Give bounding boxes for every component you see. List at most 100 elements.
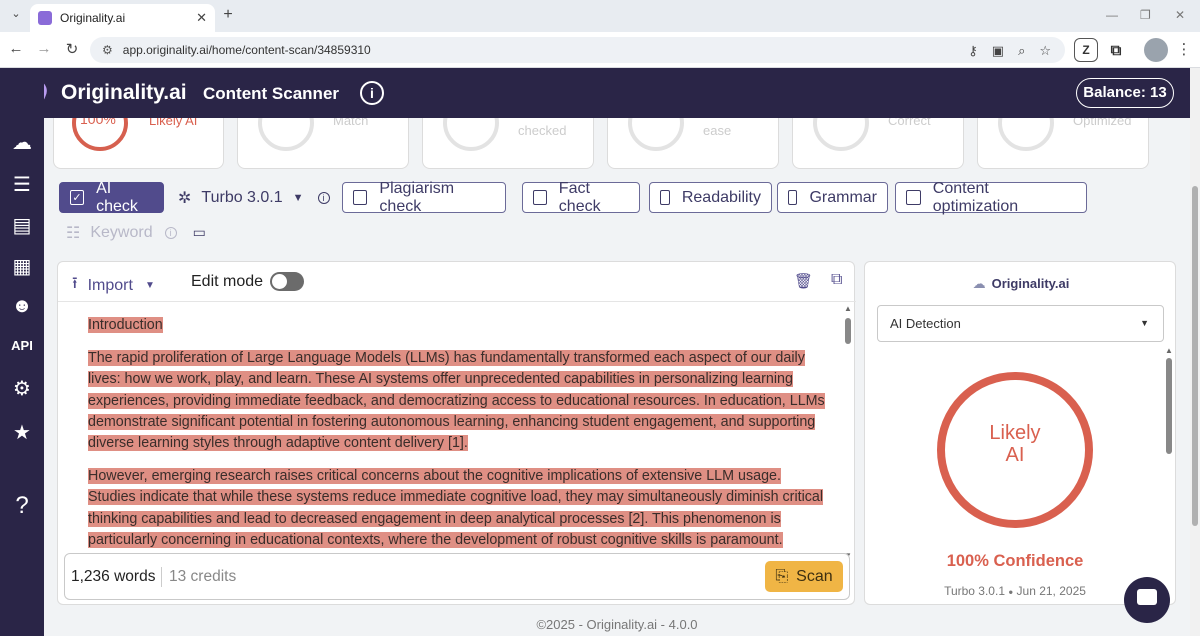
editor-toolbar: ⭱ Import ▼ Edit mode 🗑 ⧉ — [58, 262, 856, 302]
detection-type-select[interactable]: AI Detection ▼ — [877, 305, 1164, 342]
chat-bubble-icon — [1137, 589, 1157, 605]
grammar-toggle[interactable]: Grammar — [777, 182, 888, 213]
forward-icon[interactable]: → — [34, 40, 54, 57]
news-icon[interactable]: ▦ — [0, 254, 44, 279]
ai-likelihood-label: Likely AI — [989, 422, 1041, 466]
dot-separator: ● — [1008, 587, 1014, 597]
profile-avatar[interactable] — [1144, 38, 1168, 62]
content-optimization-toggle[interactable]: Content optimization — [895, 180, 1087, 215]
keyword-option[interactable]: ☷ Keyword i ▭ — [66, 217, 206, 248]
ai-check-label: AI check — [96, 179, 138, 215]
favicon-icon — [38, 11, 52, 25]
edit-mode-label: Edit mode — [191, 273, 264, 290]
sidebar: ☁ ☰ ▤ ▦ ☻ API ⚙ ★ ? — [0, 68, 44, 636]
confidence-score: 100% Confidence — [946, 552, 1084, 570]
result-panel: ☁ Originality.ai AI Detection ▼ Likely AI … — [864, 261, 1176, 605]
chevron-down-icon: ▼ — [292, 191, 304, 204]
editor-text[interactable]: Introduction The rapid proliferation of … — [88, 315, 828, 563]
scan-button[interactable]: ⎘ Scan — [765, 561, 843, 592]
model-select[interactable]: ✲ Turbo 3.0.1 ▼ i — [178, 182, 330, 213]
readability-card-label: ease — [703, 123, 732, 138]
model-label: Turbo 3.0.1 — [201, 188, 283, 206]
gear-icon[interactable]: ⚙ — [0, 376, 44, 401]
browser-tab[interactable]: Originality.ai ✕ — [30, 4, 215, 32]
fact-card-label: checked — [518, 123, 567, 138]
restore-icon[interactable]: ❐ — [1140, 8, 1151, 22]
keyword-label: Keyword — [90, 223, 153, 241]
install-icon[interactable]: ▣ — [992, 43, 1004, 59]
editor-footer: 1,236 words 13 credits ⎘ Scan — [64, 553, 850, 600]
result-scroll-thumb[interactable] — [1166, 358, 1172, 454]
calendar-icon[interactable]: ▭ — [193, 224, 206, 241]
switch-knob — [272, 274, 287, 289]
scroll-up-icon[interactable]: ▲ — [1165, 346, 1173, 355]
readability-label: Readability — [681, 188, 761, 206]
brain-logo-icon: ☁ — [972, 276, 986, 291]
keyword-info-icon[interactable]: i — [164, 226, 177, 239]
balance-badge[interactable]: Balance: 13 — [1076, 78, 1174, 108]
fact-check-label: Fact check — [558, 179, 601, 215]
checkbox-checked-icon: ✓ — [70, 190, 85, 205]
chevron-down-icon: ▼ — [1140, 318, 1149, 328]
scan-icon[interactable]: ▤ — [0, 213, 44, 238]
sliders-icon: ☷ — [66, 224, 81, 242]
editor-scrollbar[interactable]: ▲ ▼ — [844, 304, 852, 560]
stack-icon[interactable]: ☰ — [0, 172, 44, 197]
browser-menu-icon[interactable]: ⋮ — [1174, 40, 1194, 58]
checkbox-icon — [533, 190, 547, 205]
trash-icon[interactable]: 🗑 — [794, 272, 813, 290]
help-icon[interactable]: ? — [0, 492, 44, 520]
page-scroll-thumb[interactable] — [1192, 186, 1198, 526]
page-title: Content Scanner — [203, 84, 340, 103]
new-tab-icon[interactable]: + — [218, 6, 238, 24]
page-scrollbar[interactable] — [1190, 68, 1200, 636]
scan-meta: Turbo 3.0.1 ● Jun 21, 2025 — [865, 584, 1165, 598]
chat-button[interactable] — [1124, 577, 1170, 623]
site-settings-icon[interactable]: ⚙ — [102, 43, 113, 57]
scan-icon: ⎘ — [775, 567, 789, 585]
minimize-icon[interactable]: — — [1106, 8, 1118, 22]
team-icon[interactable]: ☻ — [0, 295, 44, 318]
content-editor: ⭱ Import ▼ Edit mode 🗑 ⧉ Introduction Th… — [57, 261, 856, 605]
api-link[interactable]: API — [0, 338, 44, 353]
result-brand: ☁ Originality.ai — [972, 276, 1070, 291]
fact-check-toggle[interactable]: Fact check — [522, 179, 640, 215]
model-info-icon[interactable]: i — [317, 191, 330, 204]
word-count: 1,236 words — [71, 568, 156, 585]
star-icon[interactable]: ★ — [0, 420, 44, 445]
copy-icon[interactable]: ⧉ — [831, 271, 842, 289]
checkbox-icon — [906, 190, 921, 205]
result-scrollbar[interactable]: ▲ — [1165, 346, 1173, 600]
brain-icon[interactable]: ☁ — [0, 130, 44, 155]
upload-icon: ⭱ — [72, 275, 78, 292]
checkbox-icon — [788, 190, 798, 205]
edit-mode-switch[interactable] — [270, 272, 304, 291]
highlighted-heading: Introduction — [88, 317, 163, 333]
info-icon[interactable]: i — [360, 81, 384, 105]
reload-icon[interactable]: ↻ — [62, 40, 82, 58]
readability-toggle[interactable]: Readability — [649, 182, 772, 213]
address-bar[interactable]: ⚙ app.originality.ai/home/content-scan/3… — [90, 37, 1065, 63]
chevron-down-icon: ▼ — [144, 280, 155, 291]
back-icon[interactable]: ← — [6, 40, 26, 57]
brand-name[interactable]: Originality.ai — [61, 81, 187, 105]
extensions-puzzle-icon[interactable]: ⧉ — [1104, 38, 1128, 62]
scroll-up-icon[interactable]: ▲ — [844, 304, 852, 313]
scan-label: Scan — [796, 567, 833, 585]
key-icon[interactable]: ⚷ — [968, 43, 978, 59]
editor-scroll-thumb[interactable] — [845, 318, 851, 344]
plagiarism-check-toggle[interactable]: Plagiarism check — [342, 180, 506, 215]
model-icon: ✲ — [178, 189, 192, 207]
ai-check-toggle[interactable]: ✓ AI check — [59, 179, 164, 215]
bookmark-star-icon[interactable]: ☆ — [1039, 43, 1051, 59]
scan-model: Turbo 3.0.1 — [944, 584, 1005, 598]
close-tab-icon[interactable]: ✕ — [196, 10, 207, 26]
zoom-icon[interactable]: ⌕ — [1018, 43, 1025, 59]
divider — [161, 567, 162, 587]
tab-search-icon[interactable]: ⌄ — [6, 7, 26, 20]
tab-title: Originality.ai — [60, 11, 126, 25]
import-button[interactable]: ⭱ Import ▼ — [72, 272, 155, 299]
close-window-icon[interactable]: ✕ — [1175, 8, 1185, 22]
browser-toolbar: ← → ↻ ⚙ app.originality.ai/home/content-… — [0, 32, 1200, 68]
extension-z-icon[interactable]: Z — [1074, 38, 1098, 62]
